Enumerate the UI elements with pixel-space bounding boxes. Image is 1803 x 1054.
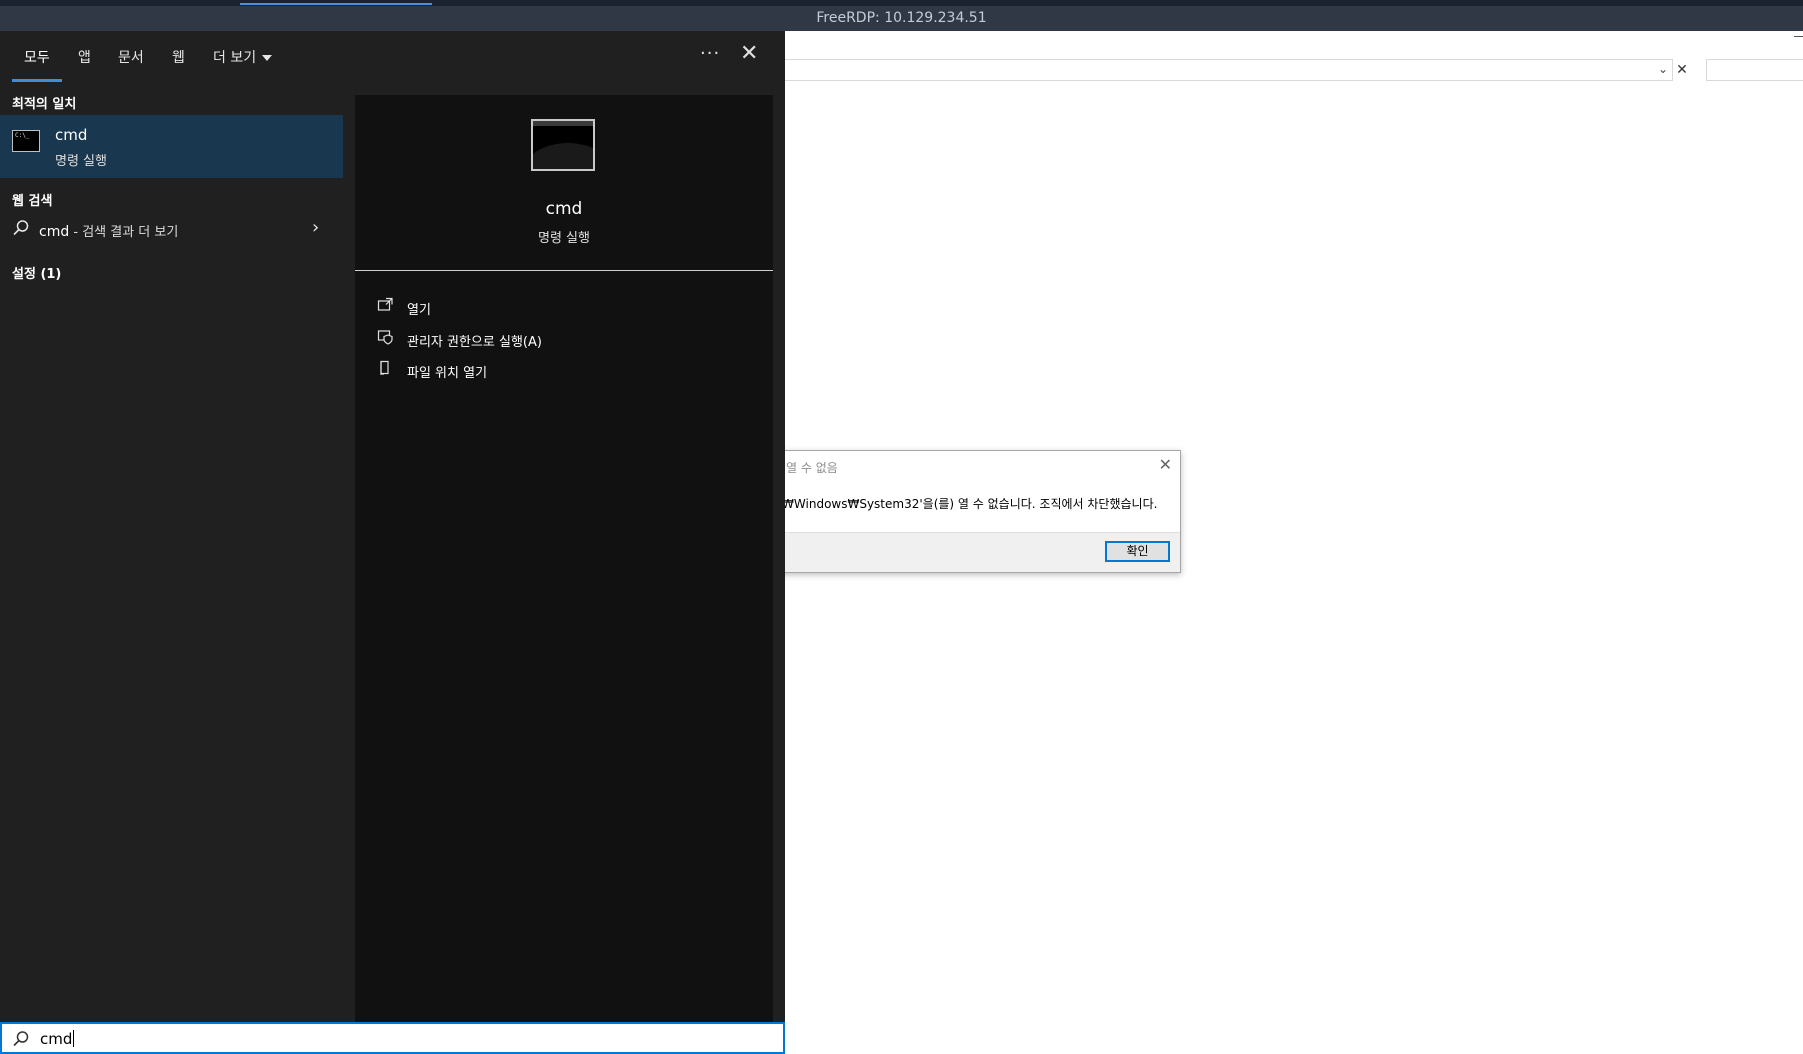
web-search-query: cmd [39,224,70,240]
result-subtitle: 명령 실행 [55,154,107,169]
search-input-value: cmd [40,1030,73,1048]
text-caret [73,1030,75,1047]
close-button[interactable]: ✕ [740,41,758,66]
search-icon [12,1030,30,1052]
terminal-icon-glow [533,143,593,169]
active-tab-underline [12,79,62,82]
caret-down-icon [262,55,273,61]
section-web-search: 웹 검색 [12,194,53,209]
active-tab-indicator [240,3,432,5]
result-name: cmd [55,126,88,144]
close-icon[interactable]: ✕ [1159,455,1172,474]
rdp-window-titlebar: FreeRDP: 10.129.234.51 [0,6,1803,31]
more-options-button[interactable]: ··· [700,43,720,64]
section-settings[interactable]: 설정 (1) [12,263,61,282]
dialog-title: 열 수 없음 [786,461,838,475]
explorer-search-input[interactable] [1706,59,1803,81]
dialog-message: :₩Windows₩System32'을(를) 열 수 없습니다. 조직에서 차… [778,497,1158,511]
error-dialog: 열 수 없음 ✕ :₩Windows₩System32'을(를) 열 수 없습니… [745,450,1181,573]
tab-more-label: 더 보기 [213,50,257,66]
results-list: 최적의 일치 C:\_ cmd 명령 실행 웹 검색 cmd - 검색 결과 더… [0,83,343,1025]
start-search-panel: 모두 앱 문서 웹 더 보기 ··· ✕ 최적의 일치 C:\_ cmd 명령 … [0,31,785,1054]
best-match-cmd[interactable]: C:\_ cmd 명령 실행 [0,115,343,178]
preview-pane: cmd 명령 실행 열기 관리자 권한으로 실행(A) 파일 위치 열기 [355,95,773,1025]
ok-button[interactable]: 확인 [1105,541,1170,562]
terminal-icon [531,119,595,171]
open-icon [377,297,395,315]
clear-icon[interactable]: ✕ [1674,62,1690,78]
terminal-icon-titlebar [533,121,593,126]
web-search-suffix: - 검색 결과 더 보기 [69,225,179,240]
file-location-icon [377,360,395,378]
tab-more[interactable]: 더 보기 [213,47,273,67]
search-input[interactable]: cmd [40,1030,75,1048]
search-bar[interactable]: cmd [0,1022,785,1054]
window-minimize-hint [1794,36,1803,37]
action-run-as-admin-label: 관리자 권한으로 실행(A) [407,335,542,350]
filter-tabs: 모두 앱 문서 웹 더 보기 ··· ✕ [0,31,785,83]
tab-web[interactable]: 웹 [172,47,185,67]
section-best-match: 최적의 일치 [12,97,77,112]
dialog-footer: 확인 [746,532,1180,572]
cmd-icon-text: C:\_ [15,132,30,139]
action-open-file-location-label: 파일 위치 열기 [407,366,488,381]
chevron-down-icon[interactable]: ⌄ [1658,62,1668,76]
tab-documents[interactable]: 문서 [118,47,144,67]
search-icon [12,219,30,241]
preview-subtitle: 명령 실행 [538,231,590,246]
tab-all[interactable]: 모두 [24,47,50,67]
preview-title: cmd [545,199,583,219]
action-open-label: 열기 [407,303,431,318]
web-search-text: cmd - 검색 결과 더 보기 [39,221,178,240]
cmd-app-icon: C:\_ [12,130,40,152]
chevron-right-icon[interactable]: › [312,217,319,238]
tab-apps[interactable]: 앱 [78,47,91,67]
shield-icon [377,329,395,347]
preview-divider [355,270,773,271]
web-search-result[interactable]: cmd - 검색 결과 더 보기 › [0,215,343,245]
address-combobox[interactable]: ⌄ [783,59,1673,81]
